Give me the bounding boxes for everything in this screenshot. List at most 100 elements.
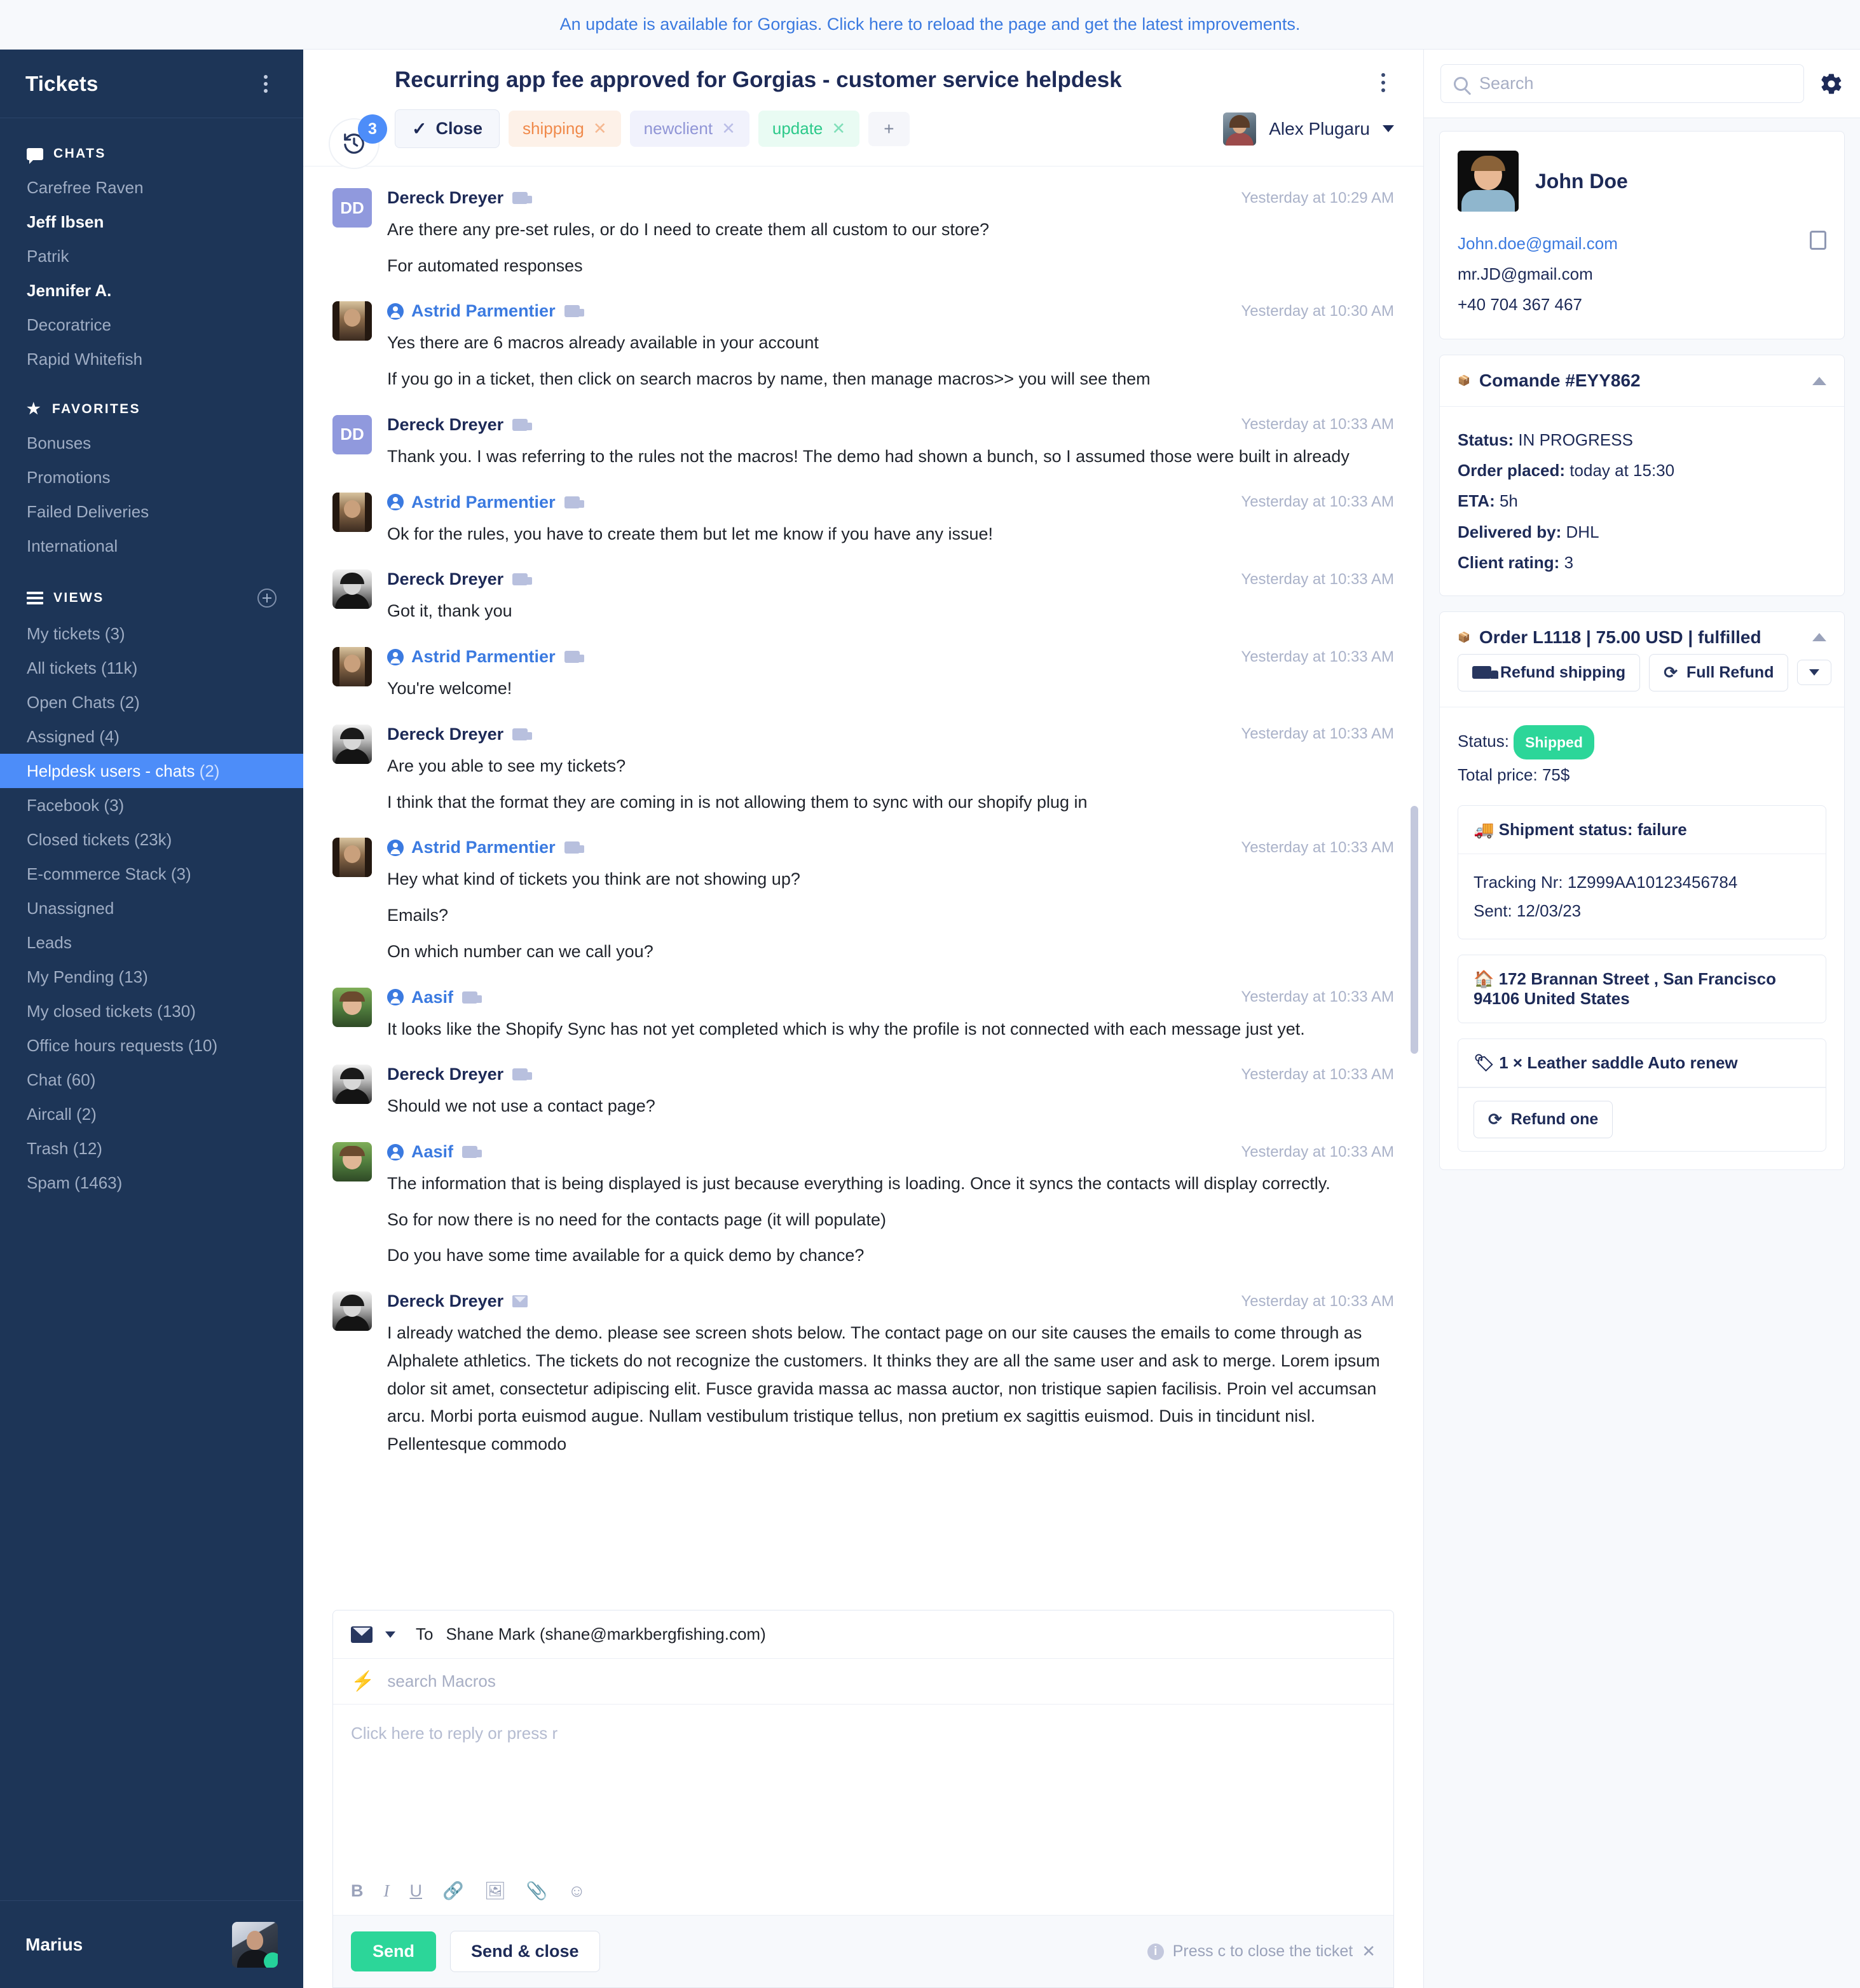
remove-tag-icon[interactable]: ✕ xyxy=(593,119,607,139)
comande-row-eta: ETA: 5h xyxy=(1458,486,1826,516)
ticket-header: 3 Recurring app fee approved for Gorgias… xyxy=(303,50,1423,169)
remove-tag-icon[interactable]: ✕ xyxy=(831,119,845,139)
email-channel-icon[interactable] xyxy=(351,1626,373,1643)
tag-shipping[interactable]: shipping ✕ xyxy=(509,111,621,147)
remove-tag-icon[interactable]: ✕ xyxy=(721,119,735,139)
sidebar-item-e-commerce-stack[interactable]: E-commerce Stack (3) xyxy=(0,857,303,891)
full-refund-button[interactable]: ⟳ Full Refund xyxy=(1649,653,1789,691)
view-label: Office hours requests xyxy=(27,1036,184,1055)
message-sender[interactable]: Dereck Dreyer xyxy=(387,725,503,744)
sidebar-item-promotions[interactable]: Promotions xyxy=(0,460,303,494)
sidebar-item-rapid-whitefish[interactable]: Rapid Whitefish xyxy=(0,342,303,376)
search-input[interactable] xyxy=(1479,74,1791,93)
sidebar-item-patrik[interactable]: Patrik xyxy=(0,239,303,273)
sidebar-user-footer[interactable]: Marius xyxy=(0,1900,303,1988)
sidebar-item-closed-tickets[interactable]: Closed tickets (23k) xyxy=(0,822,303,857)
chevron-up-icon[interactable] xyxy=(1812,376,1826,385)
send-button[interactable]: Send xyxy=(351,1931,437,1971)
refund-one-button[interactable]: ⟳ Refund one xyxy=(1474,1100,1613,1138)
ticket-history[interactable]: 3 xyxy=(329,114,387,174)
copy-icon[interactable] xyxy=(1805,228,1826,250)
sidebar-item-leads[interactable]: Leads xyxy=(0,925,303,960)
message-avatar-column: DD xyxy=(332,414,387,471)
add-tag-button[interactable]: + xyxy=(868,111,910,146)
sidebar-item-my-pending[interactable]: My Pending (13) xyxy=(0,960,303,994)
message-sender[interactable]: Dereck Dreyer xyxy=(387,188,503,208)
message-sender[interactable]: Astrid Parmentier xyxy=(411,493,556,512)
image-icon[interactable]: 🖼 xyxy=(484,1882,506,1900)
bold-button[interactable]: B xyxy=(351,1882,364,1900)
sidebar-item-helpdesk-users-chats[interactable]: Helpdesk users - chats (2) xyxy=(0,754,303,788)
customer-phone[interactable]: +40 704 367 467 xyxy=(1458,289,1826,320)
emoji-icon[interactable]: ☺ xyxy=(568,1882,586,1900)
sidebar-more-icon[interactable] xyxy=(255,73,277,95)
message-sender[interactable]: Dereck Dreyer xyxy=(387,569,503,589)
sidebar-item-chat[interactable]: Chat (60) xyxy=(0,1063,303,1097)
sidebar-item-international[interactable]: International xyxy=(0,529,303,563)
message-sender[interactable]: Dereck Dreyer xyxy=(387,415,503,435)
chat-icon xyxy=(564,305,584,318)
customer-email-primary[interactable]: John.doe@gmail.com xyxy=(1458,228,1826,259)
row-value: 5h xyxy=(1499,491,1518,511)
message-sender[interactable]: Aasif xyxy=(411,1142,453,1162)
chevron-up-icon[interactable] xyxy=(1812,633,1826,642)
search-box[interactable] xyxy=(1440,64,1804,103)
send-and-close-button[interactable]: Send & close xyxy=(450,1931,600,1972)
message-sender[interactable]: Dereck Dreyer xyxy=(387,1065,503,1084)
sidebar-item-my-closed-tickets[interactable]: My closed tickets (130) xyxy=(0,994,303,1028)
order-title: Order L1118 | 75.00 USD | fulfilled xyxy=(1479,627,1761,647)
message-sender[interactable]: Aasif xyxy=(411,988,453,1007)
sidebar-item-open-chats[interactable]: Open Chats (2) xyxy=(0,685,303,719)
assignee-selector[interactable]: Alex Plugaru xyxy=(1223,112,1394,146)
sidebar-item-facebook[interactable]: Facebook (3) xyxy=(0,788,303,822)
message-row: DD Dereck Dreyer Yesterday at 10:29 AM Are … xyxy=(332,188,1394,301)
comande-card-header[interactable]: 📦 Comande #EYY862 xyxy=(1440,355,1844,407)
message-sender[interactable]: Astrid Parmentier xyxy=(411,301,556,321)
update-banner-link[interactable]: An update is available for Gorgias. Clic… xyxy=(560,15,1301,34)
sidebar-item-spam[interactable]: Spam (1463) xyxy=(0,1166,303,1200)
message-sender[interactable]: Astrid Parmentier xyxy=(411,647,556,667)
ticket-more-icon[interactable] xyxy=(1372,70,1394,95)
sidebar-item-aircall[interactable]: Aircall (2) xyxy=(0,1097,303,1131)
to-recipient[interactable]: Shane Mark (shane@markbergfishing.com) xyxy=(446,1624,765,1644)
agent-person-icon xyxy=(387,494,404,511)
view-label: Facebook xyxy=(27,796,100,815)
composer-to-row: To Shane Mark (shane@markbergfishing.com… xyxy=(333,1610,1393,1659)
attachment-icon[interactable]: 📎 xyxy=(526,1882,548,1900)
order-card-header[interactable]: 📦 Order L1118 | 75.00 USD | fulfilled xyxy=(1440,612,1844,654)
dismiss-hint-icon[interactable]: ✕ xyxy=(1362,1942,1376,1961)
sidebar-item-all-tickets[interactable]: All tickets (11k) xyxy=(0,651,303,685)
message-sender[interactable]: Dereck Dreyer xyxy=(387,1291,503,1311)
sidebar-item-my-tickets[interactable]: My tickets (3) xyxy=(0,616,303,651)
sidebar-item-failed-deliveries[interactable]: Failed Deliveries xyxy=(0,494,303,529)
sidebar-item-bonuses[interactable]: Bonuses xyxy=(0,426,303,460)
tag-update[interactable]: update ✕ xyxy=(758,111,860,147)
chevron-down-icon[interactable] xyxy=(1383,125,1394,132)
refund-shipping-button[interactable]: Refund shipping xyxy=(1458,653,1641,691)
reply-textarea[interactable]: Click here to reply or press r xyxy=(333,1705,1393,1876)
sidebar-item-decoratrice[interactable]: Decoratrice xyxy=(0,308,303,342)
sidebar-item-trash[interactable]: Trash (12) xyxy=(0,1131,303,1166)
link-icon[interactable]: 🔗 xyxy=(442,1882,464,1900)
customer-email-secondary[interactable]: mr.JD@gmail.com xyxy=(1458,259,1826,289)
message-body: Dereck Dreyer Yesterday at 10:33 AM I alre… xyxy=(387,1291,1394,1459)
gear-icon[interactable] xyxy=(1819,72,1843,96)
sidebar-item-office-hours-requests[interactable]: Office hours requests (10) xyxy=(0,1028,303,1063)
current-user-avatar[interactable] xyxy=(232,1921,278,1968)
macro-search-row[interactable]: ⚡ search Macros xyxy=(333,1659,1393,1705)
message-header: Dereck Dreyer Yesterday at 10:33 AM xyxy=(387,1291,1394,1311)
sidebar-item-jennifer-a[interactable]: Jennifer A. xyxy=(0,273,303,308)
italic-button[interactable]: I xyxy=(384,1882,390,1900)
message-sender[interactable]: Astrid Parmentier xyxy=(411,838,556,857)
sidebar-item-carefree-raven[interactable]: Carefree Raven xyxy=(0,170,303,205)
underline-button[interactable]: U xyxy=(410,1882,423,1900)
sidebar-item-unassigned[interactable]: Unassigned xyxy=(0,891,303,925)
close-ticket-button[interactable]: ✓ Close xyxy=(395,109,500,148)
thread-scrollbar[interactable] xyxy=(1411,806,1418,1054)
chevron-down-icon[interactable] xyxy=(385,1631,395,1638)
sidebar-item-jeff-ibsen[interactable]: Jeff Ibsen xyxy=(0,205,303,239)
add-view-icon[interactable] xyxy=(257,589,277,608)
tag-newclient[interactable]: newclient ✕ xyxy=(629,111,749,147)
order-actions-dropdown[interactable] xyxy=(1797,660,1832,686)
sidebar-item-assigned[interactable]: Assigned (4) xyxy=(0,719,303,754)
